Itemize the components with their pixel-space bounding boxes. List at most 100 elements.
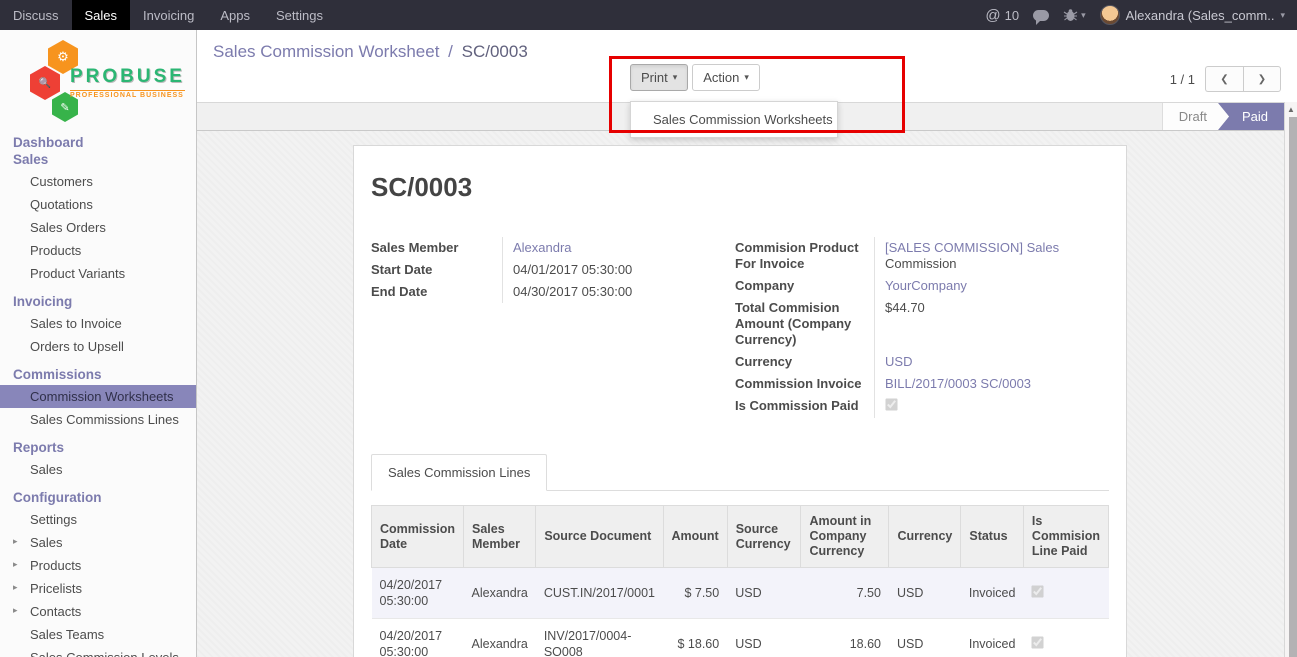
line-paid-checkbox[interactable] [1032, 585, 1044, 597]
commission-product-link[interactable]: [SALES COMMISSION] Sales [885, 240, 1059, 255]
field-label-end-date: End Date [371, 281, 503, 303]
scroll-up-arrow-icon[interactable]: ▲ [1285, 102, 1297, 116]
col-header-amount[interactable]: Amount [663, 506, 727, 568]
sidebar-item-orders-to-upsell[interactable]: Orders to Upsell [0, 335, 196, 358]
sidebar-item-settings[interactable]: Settings [0, 508, 196, 531]
scrollbar-thumb[interactable] [1289, 117, 1297, 657]
field-label-sales-member: Sales Member [371, 237, 503, 259]
topbar-systray: @ 10 ▾ Alexandra (Sales_comm.. ▾ [985, 0, 1297, 30]
col-header-sales-member[interactable]: Sales Member [464, 506, 536, 568]
caret-down-icon: ▾ [1280, 10, 1285, 21]
print-dropdown-menu: Sales Commission Worksheets [630, 101, 838, 138]
is-commission-paid-checkbox[interactable] [885, 398, 897, 410]
cell-amount: $ 7.50 [663, 568, 727, 619]
field-value-commission-invoice[interactable]: BILL/2017/0003 SC/0003 [885, 376, 1031, 391]
col-header-commission-date[interactable]: Commission Date [372, 506, 464, 568]
company-logo: ⚙ 🔍 ✎ PROBUSE PROFESSIONAL BUSINESS [0, 30, 196, 124]
top-menu-sales[interactable]: Sales [72, 0, 131, 30]
menu-item-sales-commission-worksheets[interactable]: Sales Commission Worksheets [631, 106, 837, 133]
sidebar-item-quotations[interactable]: Quotations [0, 193, 196, 216]
sidebar-section-sales[interactable]: Sales [0, 149, 196, 170]
debug-menu[interactable]: ▾ [1063, 9, 1086, 22]
field-label-commission-invoice: Commission Invoice [735, 373, 875, 395]
pager-previous-button[interactable]: ❮ [1205, 66, 1243, 92]
sidebar-item-products[interactable]: Products [0, 239, 196, 262]
main-area: Sales Commission Worksheet / SC/0003 Pri… [197, 30, 1297, 657]
field-value-commission-product: [SALES COMMISSION] Sales Commission [875, 237, 1109, 275]
mention-count: 10 [1005, 8, 1019, 23]
col-header-source-document[interactable]: Source Document [536, 506, 663, 568]
chat-icon[interactable] [1033, 10, 1049, 21]
line-paid-checkbox[interactable] [1032, 636, 1044, 648]
sidebar-item-product-variants[interactable]: Product Variants [0, 262, 196, 285]
expand-caret-icon: ▸ [13, 605, 18, 616]
sidebar-item-config-pricelists[interactable]: ▸Pricelists [0, 577, 196, 600]
sidebar-item-sales-teams[interactable]: Sales Teams [0, 623, 196, 646]
top-menu-invoicing[interactable]: Invoicing [130, 0, 207, 30]
col-header-source-currency[interactable]: Source Currency [727, 506, 801, 568]
bug-icon [1063, 9, 1078, 22]
table-row[interactable]: 04/20/2017 05:30:00 Alexandra INV/2017/0… [372, 619, 1109, 657]
sidebar-section-configuration[interactable]: Configuration [0, 487, 196, 508]
action-button[interactable]: Action ▾ [692, 64, 760, 91]
breadcrumb: Sales Commission Worksheet / SC/0003 [197, 30, 1297, 62]
pager-next-button[interactable]: ❯ [1243, 66, 1281, 92]
expand-caret-icon: ▸ [13, 559, 18, 570]
vertical-scrollbar[interactable]: ▲ [1284, 102, 1297, 657]
commission-lines-table: Commission Date Sales Member Source Docu… [371, 505, 1109, 657]
control-panel: Sales Commission Worksheet / SC/0003 Pri… [197, 30, 1297, 102]
user-menu[interactable]: Alexandra (Sales_comm.. ▾ [1100, 5, 1285, 25]
top-menu-discuss[interactable]: Discuss [0, 0, 72, 30]
cell-sales-member: Alexandra [464, 568, 536, 619]
field-label-company: Company [735, 275, 875, 297]
cell-line-paid [1023, 568, 1108, 619]
sidebar-item-sales-commission-levels[interactable]: Sales Commission Levels [0, 646, 196, 657]
app-window: { "topbar": { "items": ["Discuss", "Sale… [0, 0, 1297, 657]
breadcrumb-parent-link[interactable]: Sales Commission Worksheet [213, 42, 439, 61]
cell-line-paid [1023, 619, 1108, 657]
top-menu-settings[interactable]: Settings [263, 0, 336, 30]
field-value-company[interactable]: YourCompany [885, 278, 967, 293]
sidebar-item-sales-to-invoice[interactable]: Sales to Invoice [0, 312, 196, 335]
logo-title: PROBUSE [70, 66, 185, 88]
mentions-counter[interactable]: @ 10 [985, 7, 1019, 24]
field-value-sales-member[interactable]: Alexandra [513, 240, 572, 255]
tab-sales-commission-lines[interactable]: Sales Commission Lines [371, 454, 547, 491]
topbar-spacer [336, 0, 985, 30]
sidebar-section-commissions[interactable]: Commissions [0, 364, 196, 385]
col-header-is-commission-line-paid[interactable]: Is Commision Line Paid [1023, 506, 1108, 568]
col-header-status[interactable]: Status [961, 506, 1024, 568]
sidebar-section-reports[interactable]: Reports [0, 437, 196, 458]
col-header-currency[interactable]: Currency [889, 506, 961, 568]
sidebar-section-invoicing[interactable]: Invoicing [0, 291, 196, 312]
sidebar-item-config-products[interactable]: ▸Products [0, 554, 196, 577]
print-button[interactable]: Print ▾ [630, 64, 688, 91]
sidebar-item-config-sales[interactable]: ▸Sales [0, 531, 196, 554]
top-menu: Discuss Sales Invoicing Apps Settings [0, 0, 336, 30]
toolbar: Print ▾ Sales Commission Worksheets Acti… [630, 64, 760, 91]
user-name: Alexandra (Sales_comm.. [1126, 8, 1275, 23]
field-label-total-commission: Total Commision Amount (Company Currency… [735, 297, 875, 351]
status-stage-draft[interactable]: Draft [1162, 103, 1229, 130]
table-row[interactable]: 04/20/2017 05:30:00 Alexandra CUST.IN/20… [372, 568, 1109, 619]
field-label-start-date: Start Date [371, 259, 503, 281]
sidebar-item-sales-orders[interactable]: Sales Orders [0, 216, 196, 239]
sidebar-item-config-contacts[interactable]: ▸Contacts [0, 600, 196, 623]
top-menu-apps[interactable]: Apps [207, 0, 263, 30]
cell-commission-date: 04/20/2017 05:30:00 [372, 568, 464, 619]
table-header-row: Commission Date Sales Member Source Docu… [372, 506, 1109, 568]
cell-commission-date: 04/20/2017 05:30:00 [372, 619, 464, 657]
pager: 1 / 1 ❮ ❯ [1170, 66, 1281, 92]
logo-subtitle: PROFESSIONAL BUSINESS [70, 90, 185, 99]
field-value-currency[interactable]: USD [885, 354, 912, 369]
mention-icon: @ [985, 7, 1000, 24]
sidebar-item-customers[interactable]: Customers [0, 170, 196, 193]
col-header-amount-company-currency[interactable]: Amount in Company Currency [801, 506, 889, 568]
sidebar-item-sales-commissions-lines[interactable]: Sales Commissions Lines [0, 408, 196, 431]
sidebar-item-reports-sales[interactable]: Sales [0, 458, 196, 481]
form-sheet: SC/0003 Sales Member Alexandra Start Dat… [353, 145, 1127, 657]
sidebar-item-commission-worksheets[interactable]: Commission Worksheets [0, 385, 196, 408]
chevron-right-icon: ❯ [1258, 74, 1266, 85]
top-navbar: Discuss Sales Invoicing Apps Settings @ … [0, 0, 1297, 30]
cell-source-currency: USD [727, 568, 801, 619]
